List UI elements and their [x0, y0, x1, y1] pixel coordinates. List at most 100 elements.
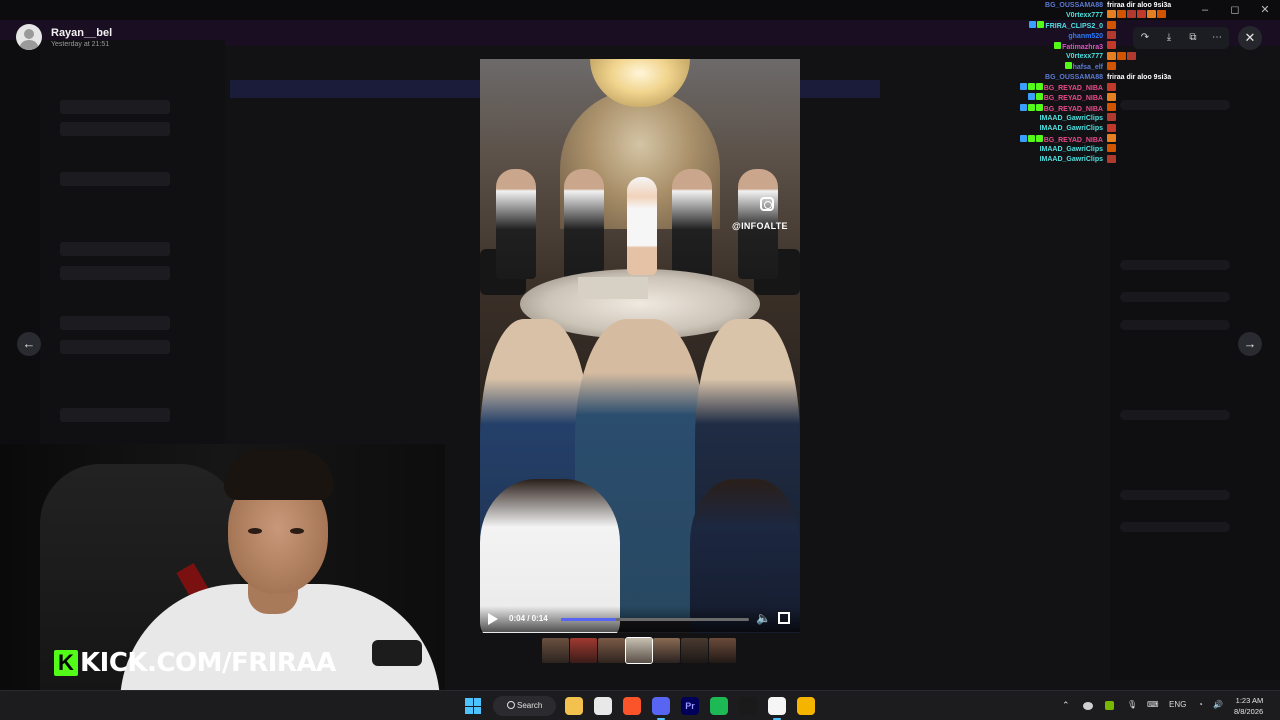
chat-username[interactable]: BG_OUSSAMA88: [1045, 2, 1103, 9]
chat-badge-icon: [1027, 103, 1035, 111]
show-hidden-icons-chevron-icon[interactable]: ⌃: [1062, 700, 1070, 711]
document-icon[interactable]: [768, 697, 786, 715]
file-explorer-icon[interactable]: [565, 697, 583, 715]
emote-icon: [1107, 51, 1116, 60]
chat-message: BG_REYAD_NIBA: [1015, 82, 1190, 92]
search-icon: [507, 701, 515, 709]
premiere-pro-icon[interactable]: Pr: [681, 697, 699, 715]
language-indicator[interactable]: ENG: [1169, 700, 1186, 709]
chat-message: ghanm520: [1015, 31, 1190, 41]
emote-icon: [1107, 113, 1116, 122]
webcam-microphone: [372, 640, 422, 666]
chat-username[interactable]: IMAAD_GawriClips: [1040, 125, 1103, 132]
media-thumbnail[interactable]: [681, 638, 709, 663]
chat-username[interactable]: ghanm520: [1068, 33, 1103, 40]
chat-sender: IMAAD_GawriClips: [1015, 146, 1103, 153]
taskbar-clock[interactable]: 1:23 AM 8/8/2026: [1234, 695, 1263, 717]
emote-icon: [1107, 144, 1116, 153]
video-scene-pedestal: [578, 277, 648, 299]
background-member-list: [1110, 80, 1280, 680]
chat-username[interactable]: BG_REYAD_NIBA: [1044, 95, 1103, 102]
keyboard-icon[interactable]: ⌨: [1147, 700, 1159, 709]
background-channel: [60, 100, 170, 114]
chat-badge-icon: [1037, 21, 1045, 29]
emote-icon: [1107, 31, 1116, 40]
avatar[interactable]: [16, 24, 42, 50]
next-arrow-icon[interactable]: →: [1238, 332, 1262, 356]
microphone-icon[interactable]: 🎙: [1127, 700, 1137, 709]
media-thumbnail[interactable]: [597, 638, 625, 663]
brave-icon[interactable]: [623, 697, 641, 715]
chat-username[interactable]: BG_OUSSAMA88: [1045, 74, 1103, 81]
kick-channel-url: KICK.COM/FRIRAA: [80, 648, 336, 678]
close-viewer-button[interactable]: ✕: [1238, 26, 1262, 50]
nvidia-icon[interactable]: [739, 697, 757, 715]
emote-icon: [1107, 103, 1116, 112]
more-icon[interactable]: ⋯: [1210, 31, 1224, 45]
fullscreen-icon[interactable]: [778, 612, 790, 624]
chat-username[interactable]: Fatimazhra3: [1062, 44, 1103, 51]
chat-sender: IMAAD_GawriClips: [1015, 115, 1103, 122]
video-watermark: @INFOALTE: [732, 221, 788, 231]
background-channel: [60, 408, 170, 422]
chat-username[interactable]: FRIRA_CLIPS2_0: [1045, 23, 1103, 30]
video-player[interactable]: @INFOALTE: [480, 59, 800, 633]
window-close-icon[interactable]: ✕: [1250, 0, 1280, 20]
screen: { "post": { "author": "Rayan__bel", "tim…: [0, 0, 1280, 720]
emote-icon: [1117, 51, 1126, 60]
chat-username[interactable]: BG_REYAD_NIBA: [1044, 106, 1103, 113]
taskbar-search-button[interactable]: Search: [493, 696, 556, 716]
chat-sender: V0rtexx777: [1015, 53, 1103, 60]
video-scene-musician: [564, 169, 604, 279]
clock-date: 8/8/2026: [1234, 707, 1264, 716]
chat-username[interactable]: BG_REYAD_NIBA: [1044, 137, 1103, 144]
video-progress-bar[interactable]: [561, 618, 749, 621]
media-thumbnail-active[interactable]: [624, 637, 654, 664]
windows-start-icon[interactable]: [465, 698, 481, 714]
snipping-tool-icon[interactable]: [594, 697, 612, 715]
media-thumbnail[interactable]: [709, 638, 737, 663]
chat-badge-icon: [1027, 83, 1035, 91]
chat-badge-icon: [1035, 93, 1043, 101]
onedrive-icon[interactable]: [1083, 702, 1093, 710]
chat-username[interactable]: BG_REYAD_NIBA: [1044, 85, 1103, 92]
play-icon[interactable]: [488, 613, 498, 625]
emote-icon: [1157, 10, 1166, 19]
chat-username[interactable]: IMAAD_GawriClips: [1040, 115, 1103, 122]
nvidia-tray-icon[interactable]: [1105, 701, 1114, 710]
maximize-icon[interactable]: ◻: [1220, 0, 1250, 20]
background-member: [1120, 292, 1230, 302]
chat-username[interactable]: IMAAD_GawriClips: [1040, 156, 1103, 163]
chat-username[interactable]: V0rtexx777: [1066, 53, 1103, 60]
wifi-icon[interactable]: ◔: [1198, 700, 1203, 709]
minimize-icon[interactable]: –: [1190, 0, 1220, 20]
spotify-icon[interactable]: [710, 697, 728, 715]
media-thumbnail[interactable]: [542, 638, 569, 663]
discord-icon[interactable]: [652, 697, 670, 715]
chat-badge-icon: [1019, 134, 1027, 142]
chrome-icon[interactable]: [797, 697, 815, 715]
chat-emotes: [1106, 103, 1116, 113]
chat-username[interactable]: V0rtexx777: [1066, 12, 1103, 19]
volume-icon[interactable]: 🔈: [756, 611, 771, 625]
webcam-person-hair: [224, 450, 334, 500]
background-member: [1120, 260, 1230, 270]
video-scene-child: [627, 177, 657, 275]
emote-icon: [1137, 10, 1146, 19]
chat-sender: Fatimazhra3: [1015, 41, 1103, 51]
chat-sender: ghanm520: [1015, 33, 1103, 40]
previous-arrow-icon[interactable]: ←: [17, 332, 41, 356]
background-channel: [60, 266, 170, 280]
chat-badge-icon: [1027, 93, 1035, 101]
chat-badge-icon: [1035, 83, 1043, 91]
media-thumbnail[interactable]: [569, 638, 597, 663]
chat-sender: hafsa_elf: [1015, 62, 1103, 71]
volume-tray-icon[interactable]: 🔊: [1213, 700, 1223, 709]
chat-username[interactable]: IMAAD_GawriClips: [1040, 146, 1103, 153]
emote-icon: [1107, 10, 1116, 19]
chat-badge-icon: [1035, 103, 1043, 111]
chat-text: friraa dir aloo 9si3a: [1107, 73, 1172, 81]
author-name[interactable]: Rayan__bel: [51, 27, 112, 39]
chat-username[interactable]: hafsa_elf: [1073, 64, 1103, 71]
media-thumbnail[interactable]: [653, 638, 681, 663]
